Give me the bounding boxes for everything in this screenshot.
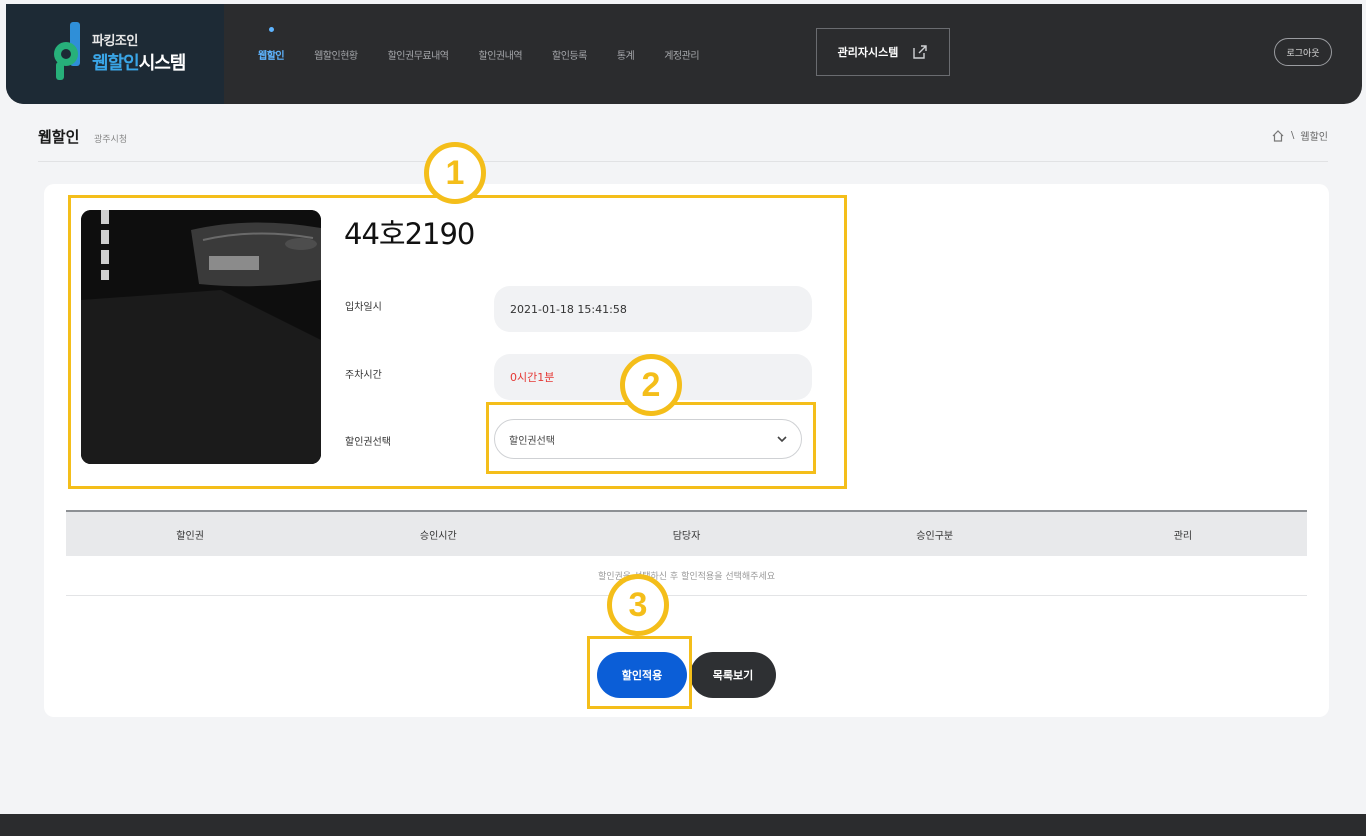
nav-label: 웹할인: [258, 50, 285, 62]
external-link-icon: [913, 45, 928, 59]
nav-item-account[interactable]: 계정관리: [664, 47, 699, 62]
page-subtitle: 광주시청: [94, 135, 128, 145]
breadcrumb-separator: \: [1291, 130, 1295, 141]
annotation-badge-3: 3: [607, 574, 669, 636]
column-header-approval-type: 승인구분: [916, 530, 954, 542]
highlight-box-3: [587, 636, 692, 709]
nav-item-coupon-history[interactable]: 할인권내역: [479, 47, 523, 62]
home-icon[interactable]: [1271, 129, 1285, 143]
top-header: 파킹조인 웹할인시스템 웹할인 웹할인현황 할인권무료내역 할인권내역 할인등록…: [6, 4, 1362, 104]
active-dot-icon: [268, 26, 274, 32]
logout-button[interactable]: 로그아웃: [1274, 38, 1332, 66]
brand-name-top: 파킹조인: [92, 34, 138, 49]
nav-item-web-discount[interactable]: 웹할인: [258, 26, 285, 62]
breadcrumb-current: 웹할인: [1300, 132, 1328, 143]
brand-rest-text: 시스템: [138, 53, 187, 74]
column-header-manage: 관리: [1173, 530, 1193, 542]
column-header-coupon: 할인권: [176, 530, 204, 542]
view-list-button[interactable]: 목록보기: [690, 652, 776, 698]
nav-item-statistics[interactable]: 통계: [617, 47, 635, 62]
table-empty-message: 할인권을 선택하신 후 할인적용을 선택해주세요: [66, 556, 1307, 596]
page-title: 웹할인: [38, 128, 80, 146]
nav-item-discount-register[interactable]: 할인등록: [552, 47, 587, 62]
column-header-manager: 담당자: [672, 530, 701, 542]
breadcrumb: \ 웹할인: [1271, 128, 1328, 143]
annotation-badge-2: 2: [620, 354, 682, 416]
main-nav: 웹할인 웹할인현황 할인권무료내역 할인권내역 할인등록 통계 계정관리: [258, 4, 729, 104]
nav-item-web-discount-status[interactable]: 웹할인현황: [314, 47, 358, 62]
admin-system-button[interactable]: 관리자시스템: [816, 28, 950, 76]
annotation-badge-1: 1: [424, 142, 486, 204]
nav-item-free-coupon-history[interactable]: 할인권무료내역: [388, 47, 449, 62]
brand-name-bottom: 웹할인시스템: [92, 49, 187, 75]
logo-icon: [54, 22, 80, 80]
column-header-approval-time: 승인시간: [419, 530, 457, 542]
admin-system-label: 관리자시스템: [837, 46, 899, 59]
brand-area[interactable]: 파킹조인 웹할인시스템: [6, 4, 224, 104]
brand-accent-text: 웹할인: [92, 53, 140, 74]
table-header: 할인권 승인시간 담당자 승인구분 관리: [66, 510, 1307, 556]
footer-bar: [0, 814, 1366, 836]
breadcrumb-bar: 웹할인 광주시청 \ 웹할인: [38, 120, 1328, 162]
